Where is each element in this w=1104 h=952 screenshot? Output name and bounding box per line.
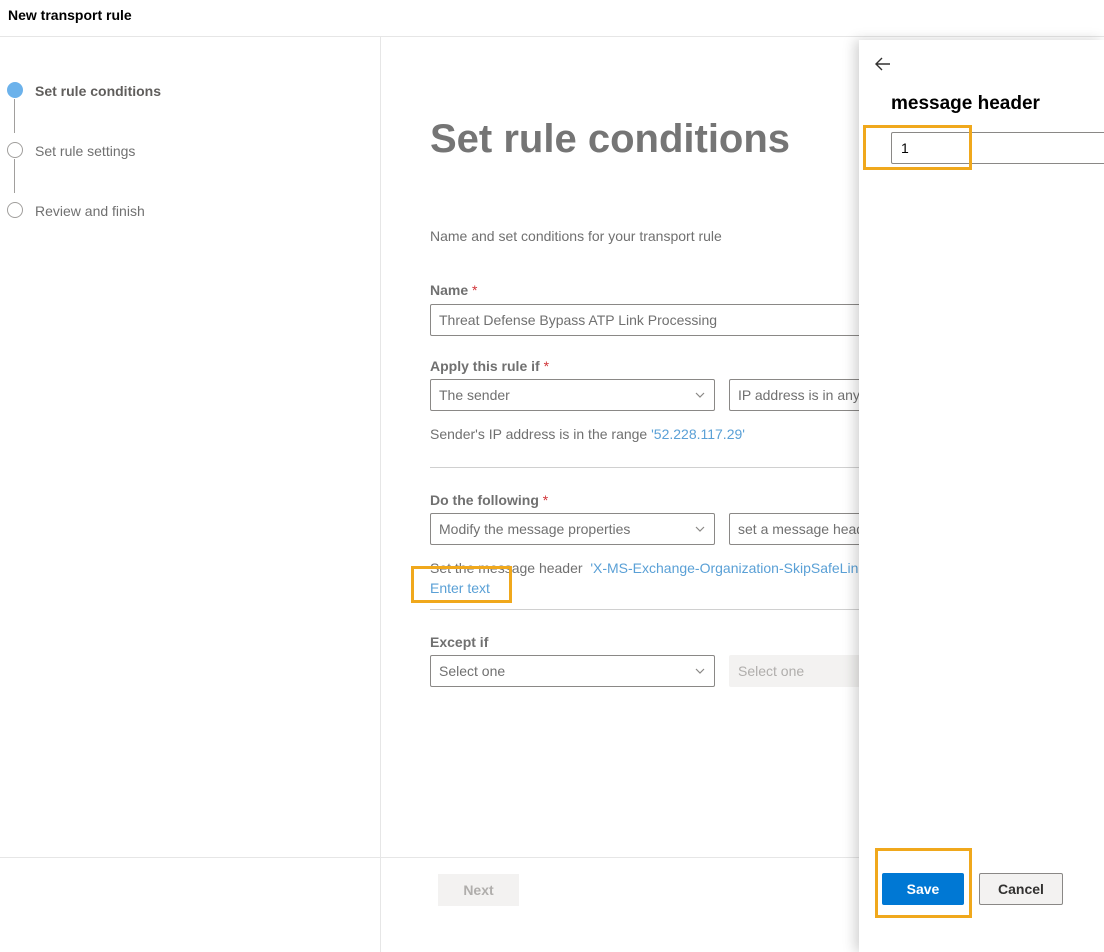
step-active-indicator-icon (7, 82, 23, 98)
apply-subcondition-dropdown[interactable]: IP address is in any (729, 379, 862, 411)
chevron-down-icon (695, 526, 705, 532)
do-following-label: Do the following * (430, 492, 549, 508)
step-connector (14, 99, 15, 133)
cancel-button[interactable]: Cancel (979, 873, 1063, 905)
page-title: Set rule conditions (430, 117, 791, 161)
dropdown-value: Modify the message properties (439, 521, 631, 537)
step-label: Review and finish (35, 203, 145, 219)
name-input[interactable]: Threat Defense Bypass ATP Link Processin… (430, 304, 862, 336)
title-bar: New transport rule (0, 0, 1104, 37)
sub-exception-dropdown: Select one (729, 655, 862, 687)
next-button[interactable]: Next (438, 874, 519, 906)
page-description: Name and set conditions for your transpo… (430, 228, 722, 244)
main-form: Set rule conditions Name and set conditi… (382, 37, 862, 857)
dropdown-value: The sender (439, 387, 510, 403)
step-pending-indicator-icon (7, 142, 23, 158)
apply-rule-summary: Sender's IP address is in the range '52.… (430, 426, 745, 442)
divider (430, 609, 862, 610)
apply-condition-dropdown[interactable]: The sender (430, 379, 715, 411)
message-header-panel: message header 1 Save Cancel (859, 40, 1104, 952)
dropdown-value: Select one (439, 663, 506, 679)
step-label: Set rule settings (35, 143, 136, 159)
message-header-value-input[interactable]: 1 (891, 132, 1104, 164)
save-button[interactable]: Save (882, 873, 964, 905)
dropdown-value: Select one (738, 663, 805, 679)
wizard-steps: Set rule conditions Set rule settings Re… (0, 37, 381, 952)
step-pending-indicator-icon (7, 202, 23, 218)
back-arrow-icon[interactable] (873, 54, 893, 74)
sub-action-dropdown[interactable]: set a message head (729, 513, 862, 545)
footer-divider (0, 857, 860, 858)
chevron-down-icon (695, 668, 705, 674)
action-summary: Set the message header 'X-MS-Exchange-Or… (430, 560, 862, 576)
chevron-down-icon (695, 392, 705, 398)
step-label: Set rule conditions (35, 83, 162, 99)
except-if-label: Except if (430, 634, 489, 650)
step-connector (14, 159, 15, 193)
name-label: Name * (430, 282, 478, 298)
page: New transport rule Set rule conditions S… (0, 0, 1104, 952)
ip-range-link[interactable]: '52.228.117.29' (651, 426, 745, 442)
required-mark: * (542, 492, 549, 508)
exception-dropdown[interactable]: Select one (430, 655, 715, 687)
window-title: New transport rule (8, 7, 132, 23)
dropdown-value: set a message head (738, 521, 862, 537)
dropdown-value: IP address is in any (738, 387, 860, 403)
action-dropdown[interactable]: Modify the message properties (430, 513, 715, 545)
apply-rule-label: Apply this rule if * (430, 358, 550, 374)
required-mark: * (543, 358, 550, 374)
header-name-link[interactable]: 'X-MS-Exchange-Organization-SkipSafeLink… (590, 560, 862, 576)
divider (430, 467, 862, 468)
required-mark: * (472, 282, 478, 298)
panel-title: message header (891, 93, 1040, 114)
enter-text-link[interactable]: Enter text (430, 580, 490, 596)
